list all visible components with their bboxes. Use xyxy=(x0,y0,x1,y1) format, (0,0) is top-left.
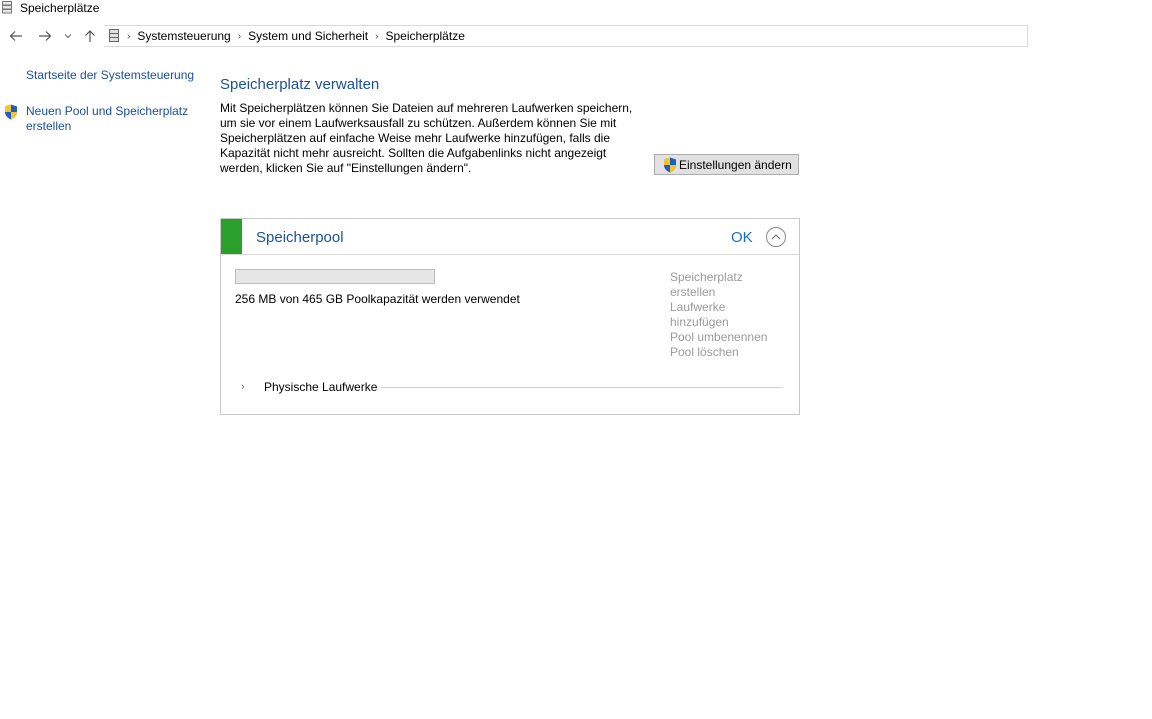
description-line: Mit Speicherplätzen können Sie Dateien a… xyxy=(220,101,633,115)
pool-status-indicator xyxy=(221,219,242,254)
chevron-right-icon[interactable]: › xyxy=(238,31,241,42)
description-line: Speicherplätzen auf einfache Weise mehr … xyxy=(220,131,611,145)
pool-actions: Speicherplatz erstellen Laufwerke hinzuf… xyxy=(670,270,790,360)
uac-shield-icon xyxy=(664,157,676,172)
breadcrumb-speicherplaetze[interactable]: Speicherplätze xyxy=(385,29,464,43)
storage-spaces-icon xyxy=(2,1,12,14)
divider xyxy=(381,386,783,388)
arrow-right-icon xyxy=(39,31,52,41)
description-line: Kapazität nicht mehr ausreicht. Sollten … xyxy=(220,146,607,160)
description-line: um sie vor einem Laufwerksausfall zu sch… xyxy=(220,116,617,130)
description-line: werden, klicken Sie auf "Einstellungen ä… xyxy=(220,161,472,175)
new-pool-link[interactable]: Neuen Pool und Speicherplatz erstellen xyxy=(26,104,188,134)
physical-drives-expander[interactable]: › Physische Laufwerke xyxy=(241,379,783,395)
change-settings-button[interactable]: Einstellungen ändern xyxy=(654,154,799,175)
create-space-link-line2: erstellen xyxy=(670,285,716,299)
chevron-right-icon: › xyxy=(241,381,245,393)
chevron-up-icon xyxy=(771,234,781,240)
title-bar: Speicherplätze xyxy=(0,0,1152,16)
page-title: Speicherplatz verwalten xyxy=(220,76,380,93)
rename-pool-link: Pool umbenennen xyxy=(670,330,768,344)
storage-spaces-icon xyxy=(109,29,119,42)
navigation-bar: › Systemsteuerung › System und Sicherhei… xyxy=(0,24,1028,48)
arrow-left-icon xyxy=(9,31,22,41)
storage-pool-header[interactable]: Speicherpool OK xyxy=(221,219,799,255)
new-pool-link-line1: Neuen Pool und Speicherplatz xyxy=(26,104,189,118)
delete-pool-link: Pool löschen xyxy=(670,345,739,359)
physical-drives-label: Physische Laufwerke xyxy=(264,380,378,394)
chevron-down-icon xyxy=(64,34,72,39)
chevron-right-icon[interactable]: › xyxy=(375,31,378,42)
create-space-link-line1: Speicherplatz xyxy=(670,270,743,284)
pool-status-text: OK xyxy=(731,229,753,246)
recent-locations-button[interactable] xyxy=(62,27,74,45)
control-panel-home-link[interactable]: Startseite der Systemsteuerung xyxy=(26,68,194,83)
address-bar[interactable]: › Systemsteuerung › System und Sicherhei… xyxy=(104,25,1028,47)
storage-pool-panel: Speicherpool OK 256 MB von 465 GB Poolka… xyxy=(220,218,800,415)
new-pool-link-line2: erstellen xyxy=(26,119,72,133)
uac-shield-icon xyxy=(5,104,17,120)
breadcrumb-systemsteuerung[interactable]: Systemsteuerung xyxy=(137,29,230,43)
pool-name: Speicherpool xyxy=(256,229,344,246)
breadcrumb-system-und-sicherheit[interactable]: System und Sicherheit xyxy=(248,29,368,43)
add-drives-link-line1: Laufwerke xyxy=(670,300,726,314)
pool-usage-bar xyxy=(235,269,435,284)
add-drives-link-line2: hinzufügen xyxy=(670,315,729,329)
window-title: Speicherplätze xyxy=(20,1,100,15)
arrow-up-icon xyxy=(85,30,95,42)
forward-button[interactable] xyxy=(37,27,53,45)
chevron-right-icon[interactable]: › xyxy=(127,31,130,42)
pool-usage-text: 256 MB von 465 GB Poolkapazität werden v… xyxy=(235,292,520,306)
collapse-button[interactable] xyxy=(766,227,786,247)
change-settings-label: Einstellungen ändern xyxy=(679,157,792,172)
back-button[interactable] xyxy=(8,27,24,45)
up-button[interactable] xyxy=(82,27,98,45)
page-description: Mit Speicherplätzen können Sie Dateien a… xyxy=(220,101,640,176)
